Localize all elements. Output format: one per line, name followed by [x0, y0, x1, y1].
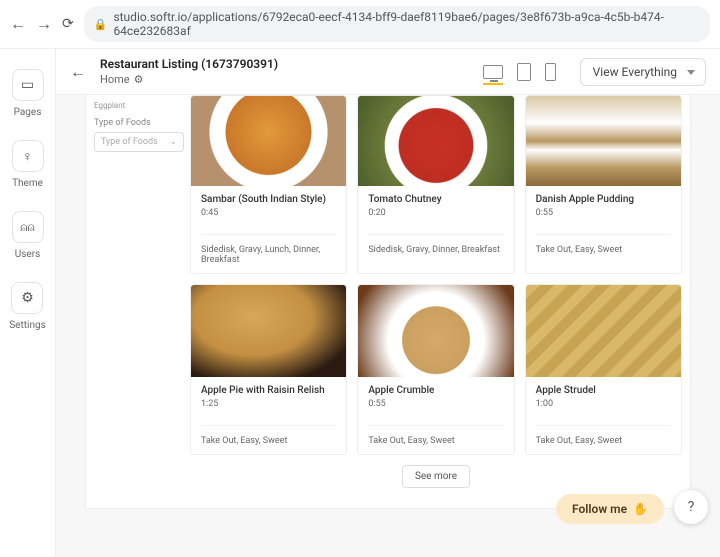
recipe-title: Tomato Chutney: [368, 194, 503, 205]
card-body: Danish Apple Pudding 0:55 Take Out, Easy, …: [526, 186, 681, 263]
topbar: ← Restaurant Listing (1673790391) Home ⚙…: [56, 49, 720, 95]
reload-icon[interactable]: ⟳: [62, 16, 74, 32]
type-dropdown[interactable]: Type of Foods ⌄: [94, 132, 184, 152]
card-body: Tomato Chutney 0:20 Sidedisk, Gravy, Dinne…: [358, 186, 513, 263]
filter-type-label: Type of Foods: [94, 118, 184, 128]
recipe-image: [526, 285, 681, 377]
gear-icon: ⚙: [134, 73, 144, 86]
recipe-image: [358, 285, 513, 377]
left-rail: ▭ Pages ♀ Theme ⍝⍝ Users ⚙ Settings: [0, 49, 56, 557]
recipe-title: Apple Pie with Raisin Relish: [201, 385, 336, 396]
device-tablet[interactable]: [517, 63, 531, 81]
rail-label: Settings: [9, 320, 46, 331]
breadcrumb-label: Home: [100, 73, 130, 86]
pages-icon: ▭: [12, 69, 44, 101]
filters-panel: Eggplant Type of Foods Type of Foods ⌄: [94, 95, 184, 488]
rail-label: Pages: [14, 107, 42, 118]
device-desktop[interactable]: [483, 65, 503, 85]
recipe-image: [191, 96, 346, 186]
recipe-card[interactable]: Sambar (South Indian Style) 0:45 Sidedisk,…: [190, 95, 347, 274]
rail-pages[interactable]: ▭ Pages: [12, 69, 44, 118]
page-title: Restaurant Listing (1673790391): [100, 57, 278, 71]
nav-back-icon[interactable]: ←: [10, 14, 26, 34]
recipe-image: [526, 96, 681, 186]
follow-me-button[interactable]: Follow me ✋: [556, 494, 664, 524]
card-body: Apple Strudel 1:00 Take Out, Easy, Sweet: [526, 377, 681, 454]
lock-icon: 🔒: [94, 18, 108, 31]
recipe-card[interactable]: Apple Crumble 0:55 Take Out, Easy, Sweet: [357, 284, 514, 455]
device-switcher: [483, 63, 556, 81]
rail-settings[interactable]: ⚙ Settings: [9, 282, 46, 331]
card-body: Apple Crumble 0:55 Take Out, Easy, Sweet: [358, 377, 513, 454]
help-icon: ?: [688, 499, 695, 515]
recipe-time: 0:55: [536, 208, 671, 218]
recipe-time: 0:55: [368, 399, 503, 409]
recipe-title: Danish Apple Pudding: [536, 194, 671, 205]
browser-bar: ← → ⟳ 🔒 studio.softr.io/applications/679…: [0, 0, 720, 49]
back-button[interactable]: ←: [70, 62, 86, 82]
rail-users[interactable]: ⍝⍝ Users: [12, 211, 44, 260]
recipe-title: Sambar (South Indian Style): [201, 194, 336, 205]
breadcrumb[interactable]: Home ⚙: [100, 73, 278, 86]
title-block: Restaurant Listing (1673790391) Home ⚙: [100, 57, 278, 86]
recipe-time: 1:00: [536, 399, 671, 409]
rail-label: Users: [15, 249, 41, 260]
recipe-image: [191, 285, 346, 377]
rail-theme[interactable]: ♀ Theme: [12, 140, 44, 189]
recipe-time: 0:20: [368, 208, 503, 218]
settings-icon: ⚙: [11, 282, 43, 314]
recipe-tags: Take Out, Easy, Sweet: [368, 425, 503, 446]
recipe-image: [358, 96, 513, 186]
main-area: ← Restaurant Listing (1673790391) Home ⚙…: [56, 49, 720, 557]
url-bar[interactable]: 🔒 studio.softr.io/applications/6792eca0-…: [84, 6, 710, 42]
see-more-row: See more: [190, 465, 682, 488]
chevron-down-icon: ⌄: [169, 137, 177, 147]
type-dropdown-placeholder: Type of Foods: [101, 137, 158, 147]
users-icon: ⍝⍝: [12, 211, 44, 243]
view-dropdown[interactable]: View Everything: [580, 58, 706, 86]
hand-icon: ✋: [633, 502, 648, 516]
recipe-title: Apple Crumble: [368, 385, 503, 396]
recipe-title: Apple Strudel: [536, 385, 671, 396]
recipe-card[interactable]: Tomato Chutney 0:20 Sidedisk, Gravy, Dinne…: [357, 95, 514, 274]
recipe-time: 0:45: [201, 208, 336, 218]
recipe-tags: Take Out, Easy, Sweet: [201, 425, 336, 446]
recipe-tags: Take Out, Easy, Sweet: [536, 234, 671, 255]
follow-label: Follow me: [572, 502, 627, 516]
cards-grid: Sambar (South Indian Style) 0:45 Sidedisk,…: [184, 95, 682, 488]
theme-icon: ♀: [12, 140, 44, 172]
recipe-card[interactable]: Danish Apple Pudding 0:55 Take Out, Easy, …: [525, 95, 682, 274]
filter-chip[interactable]: Eggplant: [94, 101, 184, 110]
url-text: studio.softr.io/applications/6792eca0-ee…: [113, 10, 700, 38]
recipe-card[interactable]: Apple Pie with Raisin Relish 1:25 Take Out…: [190, 284, 347, 455]
rail-label: Theme: [12, 178, 43, 189]
recipe-time: 1:25: [201, 399, 336, 409]
canvas: Eggplant Type of Foods Type of Foods ⌄ S…: [86, 95, 690, 508]
device-mobile[interactable]: [545, 63, 556, 81]
help-button[interactable]: ?: [674, 490, 708, 524]
recipe-tags: Sidedisk, Gravy, Dinner, Breakfast: [368, 234, 503, 255]
card-body: Apple Pie with Raisin Relish 1:25 Take Out…: [191, 377, 346, 454]
see-more-button[interactable]: See more: [402, 465, 470, 488]
app-shell: ▭ Pages ♀ Theme ⍝⍝ Users ⚙ Settings ← Re…: [0, 49, 720, 557]
recipe-tags: Sidedisk, Gravy, Lunch, Dinner, Breakfas…: [201, 234, 336, 265]
recipe-tags: Take Out, Easy, Sweet: [536, 425, 671, 446]
view-dropdown-label: View Everything: [593, 65, 677, 79]
canvas-wrap: Eggplant Type of Foods Type of Foods ⌄ S…: [56, 95, 720, 557]
recipe-card[interactable]: Apple Strudel 1:00 Take Out, Easy, Sweet: [525, 284, 682, 455]
nav-forward-icon[interactable]: →: [36, 14, 52, 34]
card-body: Sambar (South Indian Style) 0:45 Sidedisk,…: [191, 186, 346, 273]
